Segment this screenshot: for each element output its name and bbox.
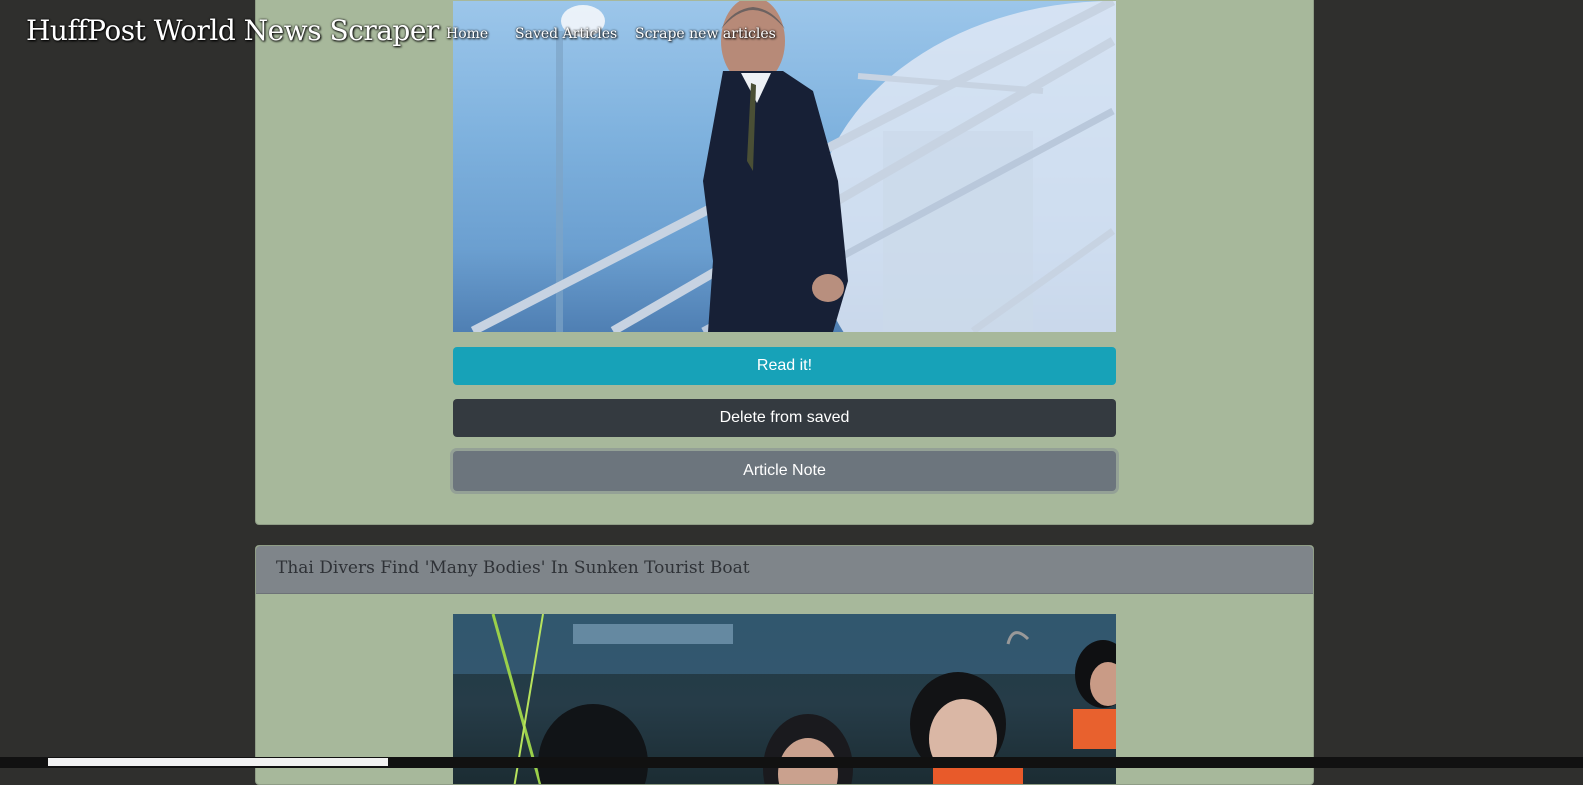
- brand-title[interactable]: HuffPost World News Scraper: [26, 14, 439, 47]
- article-title: Thai Divers Find 'Many Bodies' In Sunken…: [256, 546, 1313, 594]
- nav-scrape-link[interactable]: Scrape new articles: [635, 26, 776, 42]
- article-card: Thai Divers Find 'Many Bodies' In Sunken…: [255, 545, 1314, 785]
- nav-saved-articles-link[interactable]: Saved Articles: [515, 26, 617, 42]
- article-note-button[interactable]: Article Note: [453, 451, 1116, 491]
- horizontal-scrollbar[interactable]: [0, 757, 1583, 768]
- scrollbar-thumb[interactable]: [48, 758, 388, 766]
- delete-from-saved-button[interactable]: Delete from saved: [453, 399, 1116, 437]
- read-it-button[interactable]: Read it!: [453, 347, 1116, 385]
- navbar: HuffPost World News Scraper Home Saved A…: [0, 0, 1583, 72]
- article-card: Read it! Delete from saved Article Note: [255, 0, 1314, 525]
- nav-home-link[interactable]: Home: [446, 26, 488, 42]
